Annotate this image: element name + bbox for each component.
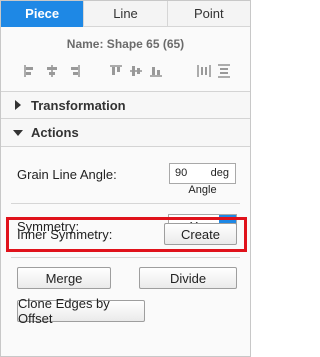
divider [11, 257, 240, 258]
align-right-icon[interactable] [67, 63, 81, 79]
align-middle-vertical-icon[interactable] [129, 63, 143, 79]
properties-panel: Piece Line Point Name: Shape 65 (65) Tra… [0, 0, 251, 357]
grain-line-angle-input[interactable]: 90 deg [169, 163, 236, 184]
align-top-icon[interactable] [109, 63, 123, 79]
section-actions-label: Actions [31, 125, 79, 140]
grain-line-angle-unit: deg [210, 167, 229, 179]
tab-piece[interactable]: Piece [1, 1, 84, 27]
tab-point[interactable]: Point [166, 1, 250, 27]
panel-tabs: Piece Line Point [1, 1, 250, 27]
grain-line-angle-value: 90 [175, 167, 188, 179]
create-inner-symmetry-button[interactable]: Create [164, 223, 237, 245]
section-actions[interactable]: Actions [1, 119, 250, 147]
divider [11, 203, 240, 204]
align-left-icon[interactable] [23, 63, 37, 79]
chevron-right-icon [13, 100, 23, 110]
shape-name-label: Name: Shape 65 (65) [66, 37, 185, 51]
grain-line-angle-caption: Angle [188, 184, 217, 196]
merge-button[interactable]: Merge [17, 267, 111, 289]
tab-line[interactable]: Line [83, 1, 167, 27]
align-center-horizontal-icon[interactable] [45, 63, 59, 79]
distribute-vertical-icon[interactable] [217, 63, 231, 79]
grain-line-angle-label: Grain Line Angle: [17, 167, 117, 182]
section-transformation[interactable]: Transformation [1, 91, 250, 119]
distribute-horizontal-icon[interactable] [197, 63, 211, 79]
clone-edges-by-offset-button[interactable]: Clone Edges by Offset [17, 296, 145, 326]
chevron-down-icon [13, 129, 23, 137]
align-bottom-icon[interactable] [149, 63, 163, 79]
section-transformation-label: Transformation [31, 97, 126, 113]
divide-button[interactable]: Divide [139, 267, 237, 289]
alignment-toolbar [1, 63, 250, 81]
inner-symmetry-label: Inner Symmetry: [17, 227, 113, 242]
